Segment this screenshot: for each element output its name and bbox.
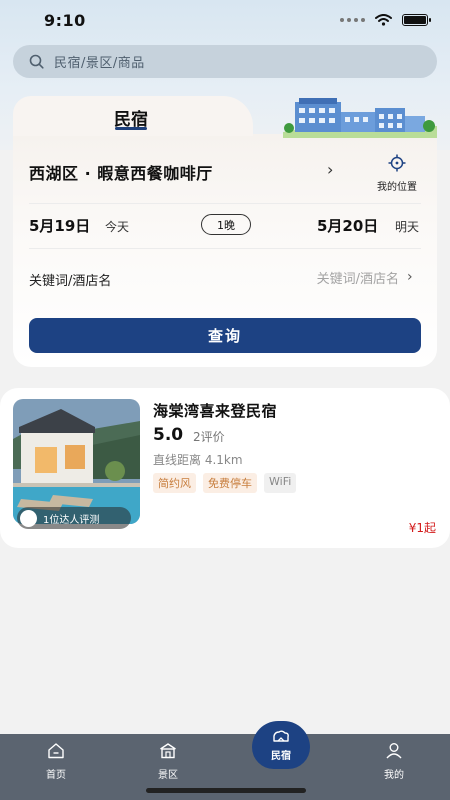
keyword-input[interactable] [239,266,399,292]
tab-mine[interactable]: 我的 [364,742,424,781]
listing-photo-image [13,399,140,524]
listing-photo[interactable] [13,399,140,524]
wifi-icon [375,14,392,26]
tag: 免费停车 [203,473,257,493]
checkin-date[interactable]: 5月19日 [29,215,90,236]
search-icon [29,54,44,69]
tag: WiFi [264,473,297,493]
tab-homestay-nav[interactable]: 民宿 [252,721,310,769]
checkout-date[interactable]: 5月20日 [317,215,378,236]
tab-home-label: 首页 [46,770,66,781]
keyword-label: 关键词/酒店名 [29,274,112,289]
booking-card: 民宿 西湖区 · 暇意西餐咖啡厅 › 我的位置 5月19日 今天 1晚 5月20… [13,96,437,367]
search-button[interactable]: 查询 [29,318,421,353]
scenic-icon [160,743,176,759]
homestay-icon [273,730,289,742]
listing-price: ¥1起 [408,521,436,535]
home-icon [48,743,64,759]
reviewer-avatar [20,509,37,527]
listing-tags: 简约风 免费停车 WiFi [153,473,297,493]
search-bar[interactable]: 民宿/景区/商品 [13,45,437,78]
divider [29,203,421,204]
listing-card[interactable]: 1位达人评测 海棠湾喜来登民宿 5.0 2评价 直线距离 4.1km 简约风 免… [0,388,450,548]
review-chip: 1位达人评测 [17,507,131,529]
keyword-row[interactable]: 关键词/酒店名 › [29,264,421,294]
locate-icon [388,154,406,172]
tab-mine-label: 我的 [384,770,404,781]
search-placeholder[interactable]: 民宿/景区/商品 [54,52,145,71]
listing-name[interactable]: 海棠湾喜来登民宿 [153,400,277,421]
my-location-button[interactable]: 我的位置 [369,154,425,193]
checkout-day: 明天 [395,220,420,234]
status-bar: 9:10 [0,0,450,40]
tab-home[interactable]: 首页 [26,742,86,781]
battery-icon [402,14,431,26]
listing-review-count: 2评价 [193,430,225,444]
date-row[interactable]: 5月19日 今天 1晚 5月20日 明天 [29,208,421,242]
divider [29,248,421,249]
nights-badge: 1晚 [201,214,251,235]
location-text[interactable]: 西湖区 · 暇意西餐咖啡厅 [29,160,213,184]
tag: 简约风 [153,473,196,493]
review-chip-text: 1位达人评测 [43,514,100,526]
keyword-chevron-icon: › [407,269,413,285]
tab-homestay[interactable]: 民宿 [13,96,253,136]
signal-icon [340,18,365,22]
tab-underline [115,127,147,130]
my-location-label: 我的位置 [377,182,417,193]
profile-icon [386,743,402,759]
tab-scenic-label: 景区 [158,770,178,781]
location-chevron-icon[interactable]: › [327,160,333,179]
listing-rating: 5.0 [153,425,184,445]
checkin-day: 今天 [105,220,130,234]
listing-distance: 直线距离 4.1km [153,453,243,467]
tab-scenic[interactable]: 景区 [138,742,198,781]
status-time: 9:10 [44,10,86,30]
hotel-illustration [283,98,437,138]
tab-homestay-nav-label: 民宿 [271,750,291,762]
status-icons [340,14,431,26]
home-indicator [146,788,306,793]
location-row[interactable]: 西湖区 · 暇意西餐咖啡厅 › 我的位置 [29,148,421,198]
